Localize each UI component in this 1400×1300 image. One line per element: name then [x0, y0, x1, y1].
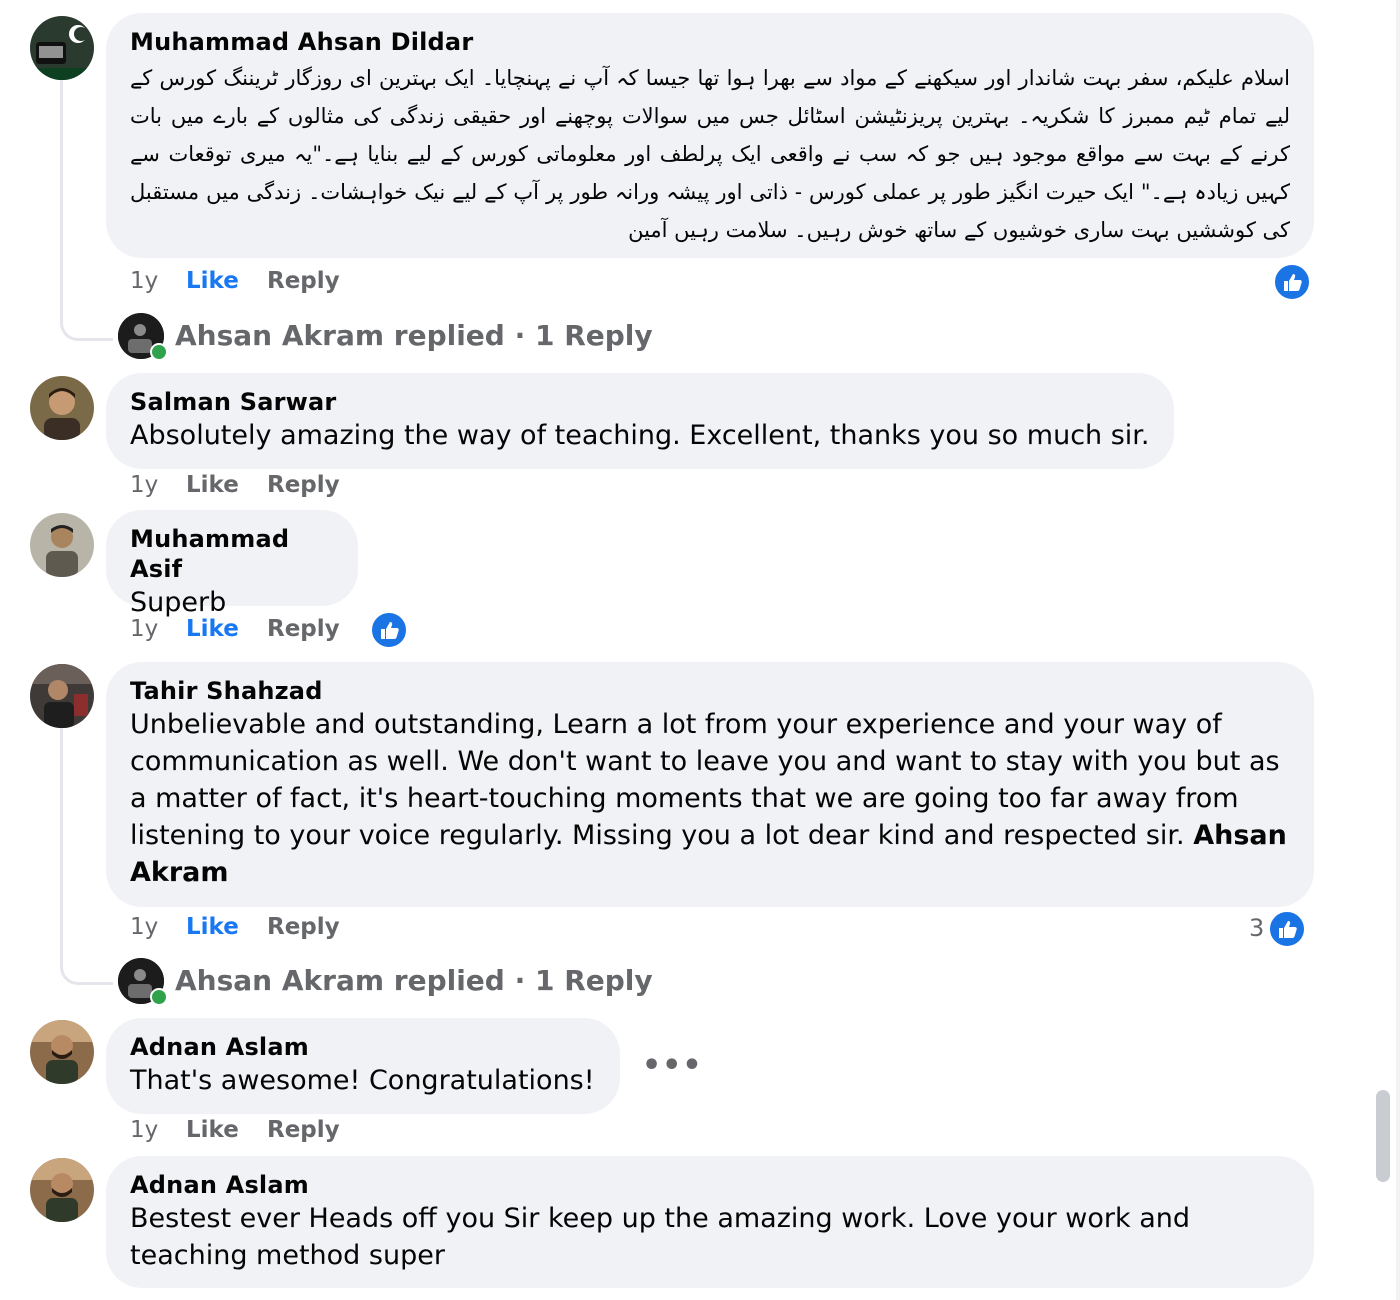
comment-actions: 1y Like Reply	[130, 268, 430, 298]
comment-timestamp[interactable]: 1y	[130, 268, 158, 294]
scrollbar-track[interactable]	[1396, 0, 1400, 1300]
reply-button[interactable]: Reply	[267, 472, 340, 498]
comments-page: Muhammad Ahsan Dildar اسلام علیکم، سفر ب…	[0, 0, 1400, 1300]
comment-actions: 1y Like Reply	[130, 1117, 430, 1147]
comment-text: Absolutely amazing the way of teaching. …	[130, 420, 1150, 451]
comment-body: Unbelievable and outstanding, Learn a lo…	[130, 709, 1280, 851]
avatar[interactable]	[30, 16, 94, 80]
online-status-icon	[150, 988, 168, 1006]
like-button[interactable]: Like	[186, 914, 239, 940]
replies-label[interactable]: Ahsan Akram replied · 1 Reply	[175, 319, 653, 352]
like-button[interactable]: Like	[186, 616, 239, 642]
comment-author[interactable]: Tahir Shahzad	[130, 676, 1290, 706]
comment-text: That's awesome! Congratulations!	[130, 1065, 595, 1096]
comment-bubble: Muhammad Asif Superb	[106, 510, 358, 618]
avatar[interactable]	[30, 1158, 94, 1222]
avatar[interactable]	[30, 1020, 94, 1084]
avatar[interactable]	[30, 376, 94, 440]
like-button[interactable]: Like	[186, 472, 239, 498]
comment-author[interactable]: Muhammad Ahsan Dildar	[130, 27, 1290, 57]
comment-bubble: Adnan Aslam That's awesome! Congratulati…	[106, 1018, 620, 1114]
more-options-icon[interactable]: •••	[642, 1048, 703, 1083]
replies-label[interactable]: Ahsan Akram replied · 1 Reply	[175, 964, 653, 997]
comment-bubble: Muhammad Ahsan Dildar اسلام علیکم، سفر ب…	[106, 13, 1314, 258]
comment-actions: 1y Like Reply	[130, 472, 430, 502]
reply-button[interactable]: Reply	[267, 1117, 340, 1143]
comment-bubble: Tahir Shahzad Unbelievable and outstandi…	[106, 662, 1314, 907]
comment-author[interactable]: Muhammad Asif	[130, 524, 334, 584]
comment-author[interactable]: Salman Sarwar	[130, 387, 1150, 417]
comment-timestamp[interactable]: 1y	[130, 1117, 158, 1143]
comment-actions: 1y Like Reply	[130, 914, 430, 944]
thumbs-up-icon[interactable]	[1268, 910, 1306, 948]
like-button[interactable]: Like	[186, 268, 239, 294]
reaction-count[interactable]: 3	[1249, 914, 1264, 942]
view-replies-link[interactable]: Ahsan Akram replied · 1 Reply	[118, 313, 653, 361]
comment-text: Unbelievable and outstanding, Learn a lo…	[130, 706, 1290, 891]
comment-bubble: Adnan Aslam Bestest ever Heads off you S…	[106, 1156, 1314, 1288]
online-status-icon	[150, 343, 168, 361]
reply-button[interactable]: Reply	[267, 616, 340, 642]
like-button[interactable]: Like	[186, 1117, 239, 1143]
thumbs-up-icon[interactable]	[1273, 263, 1311, 301]
view-replies-link[interactable]: Ahsan Akram replied · 1 Reply	[118, 958, 653, 1006]
comment-timestamp[interactable]: 1y	[130, 914, 158, 940]
comment-text: Bestest ever Heads off you Sir keep up t…	[130, 1203, 1191, 1271]
avatar[interactable]	[30, 513, 94, 577]
comment-author[interactable]: Adnan Aslam	[130, 1032, 596, 1062]
comment-text: اسلام علیکم، سفر بہت شاندار اور سیکھنے ک…	[130, 66, 1290, 242]
comment-author[interactable]: Adnan Aslam	[130, 1170, 1290, 1200]
reply-button[interactable]: Reply	[267, 914, 340, 940]
thumbs-up-icon[interactable]	[370, 611, 408, 649]
comment-timestamp[interactable]: 1y	[130, 472, 158, 498]
comment-bubble: Salman Sarwar Absolutely amazing the way…	[106, 373, 1174, 469]
comment-timestamp[interactable]: 1y	[130, 616, 158, 642]
scrollbar-thumb[interactable]	[1376, 1090, 1390, 1182]
reply-button[interactable]: Reply	[267, 268, 340, 294]
avatar[interactable]	[30, 664, 94, 728]
